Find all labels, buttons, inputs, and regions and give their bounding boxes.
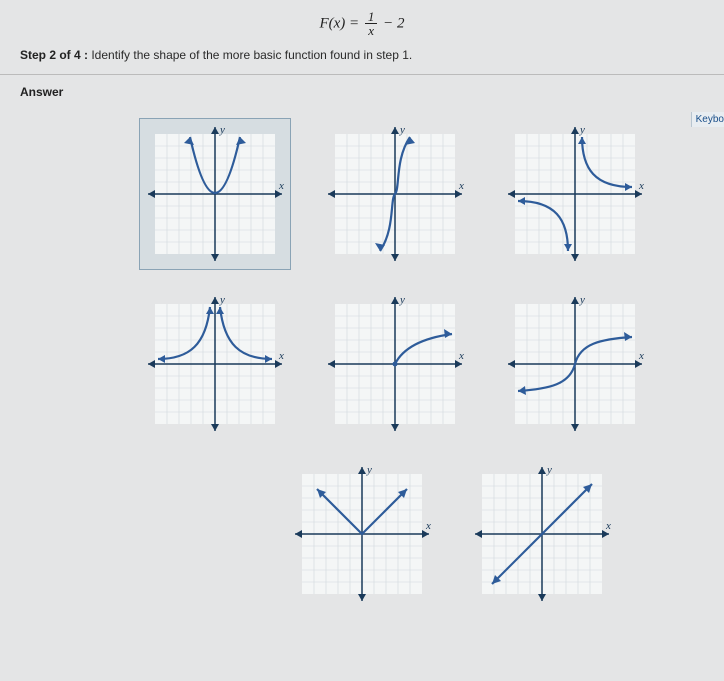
graph-option-reciprocal[interactable]: x y <box>500 119 650 269</box>
keyboard-shortcuts-link[interactable]: Keybo <box>691 112 724 127</box>
svg-text:y: y <box>546 464 552 476</box>
svg-text:x: x <box>278 350 284 362</box>
y-axis-label: y <box>219 124 225 136</box>
svg-text:y: y <box>579 124 585 136</box>
graph-option-parabola[interactable]: x y <box>140 119 290 269</box>
formula-eq: = <box>349 16 359 32</box>
formula-lhs: F(x) <box>319 16 345 32</box>
x-axis-label: x <box>278 180 284 192</box>
svg-text:x: x <box>638 350 644 362</box>
answer-label: Answer <box>20 85 63 99</box>
graph-option-reciprocal-squared[interactable]: x y <box>140 289 290 439</box>
svg-text:y: y <box>366 464 372 476</box>
grid <box>148 297 282 431</box>
svg-text:x: x <box>605 520 611 532</box>
svg-text:y: y <box>219 294 225 306</box>
step-text: Identify the shape of the more basic fun… <box>88 48 412 62</box>
grid <box>508 127 642 261</box>
svg-text:x: x <box>458 180 464 192</box>
svg-text:x: x <box>638 180 644 192</box>
formula-display: F(x) = 1 x − 2 <box>20 10 704 38</box>
graph-choices: x y <box>20 119 704 609</box>
formula-numerator: 1 <box>365 10 378 24</box>
svg-text:y: y <box>579 294 585 306</box>
graph-option-abs[interactable]: x y <box>287 459 437 609</box>
svg-text:y: y <box>399 294 405 306</box>
step-prefix: Step 2 of 4 : <box>20 48 88 62</box>
graph-option-cubic[interactable]: x y <box>320 119 470 269</box>
graph-option-sqrt[interactable]: x y <box>320 289 470 439</box>
formula-denominator: x <box>365 24 378 38</box>
svg-text:x: x <box>425 520 431 532</box>
graph-option-identity[interactable]: x y <box>467 459 617 609</box>
divider <box>0 74 724 75</box>
graph-option-cbrt[interactable]: x y <box>500 289 650 439</box>
formula-tail: − 2 <box>383 16 404 32</box>
step-instruction: Step 2 of 4 : Identify the shape of the … <box>20 48 704 74</box>
svg-text:x: x <box>458 350 464 362</box>
formula-fraction: 1 x <box>365 10 378 38</box>
svg-text:y: y <box>399 124 405 136</box>
